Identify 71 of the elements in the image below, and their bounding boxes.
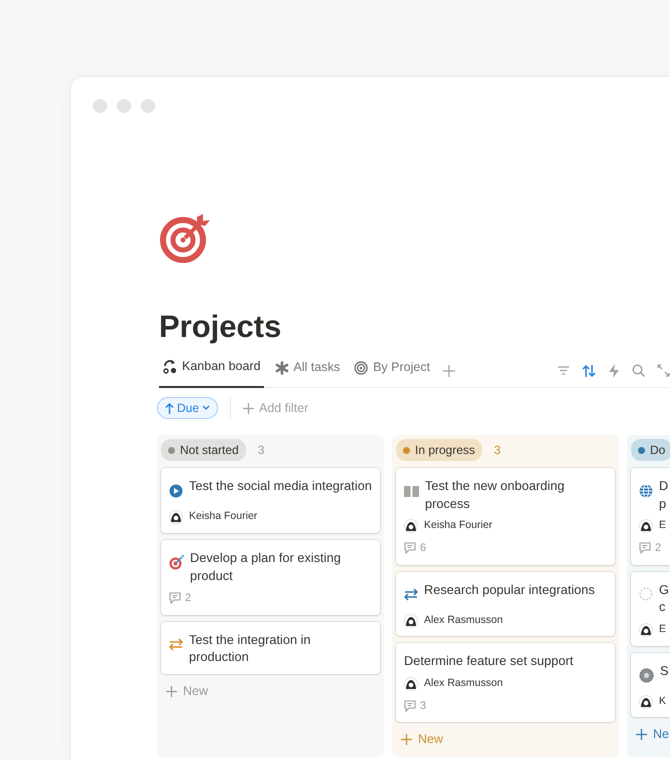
new-card-button[interactable]: Ne: [631, 725, 670, 744]
task-card[interactable]: Develop a plan for existing product 2: [161, 540, 380, 615]
asterisk-icon: [274, 360, 289, 375]
add-icon: [243, 402, 254, 414]
task-title: Develop a plan for existing product: [190, 548, 342, 584]
task-title: Research popular integrations: [424, 580, 595, 599]
swap-arrows-icon: [404, 588, 418, 601]
task-card[interactable]: Test the social media integration Keisha Fourier: [161, 468, 380, 533]
task-title: S: [660, 662, 669, 680]
comment-count: 2: [185, 591, 192, 606]
task-card[interactable]: Research popular integrations Alex Rasmusson: [396, 572, 615, 636]
comment-count: 6: [420, 541, 426, 556]
task-title: Determine feature set support: [404, 652, 574, 670]
page-title: Projects: [159, 310, 282, 344]
caret-icon: [202, 405, 210, 412]
comment-icon: [169, 592, 181, 604]
globe-icon: [639, 484, 653, 498]
column-count: 3: [258, 442, 264, 460]
dartboard-icon: [169, 555, 184, 570]
status-pill: Not started: [161, 439, 246, 462]
task-title: Test the new onboarding process: [425, 477, 566, 512]
task-title: G c: [659, 580, 669, 616]
task-card[interactable]: Test the integration in production: [161, 622, 380, 674]
target-icon: [159, 214, 213, 264]
swap-arrows-icon: [169, 638, 183, 651]
assignee-name: Alex Rasmusson: [424, 676, 503, 692]
expand-icon[interactable]: [657, 364, 670, 378]
task-card[interactable]: G c E: [631, 572, 670, 646]
assignee-name: K: [659, 694, 666, 709]
comment-icon: [404, 700, 416, 712]
add-icon[interactable]: [443, 364, 456, 377]
assignee-name: Keisha Fourier: [189, 509, 258, 524]
comment-icon: [404, 542, 416, 554]
sort-chip[interactable]: Due: [157, 397, 218, 420]
target-icon: [354, 360, 368, 375]
comment-count: 3: [420, 698, 426, 714]
view-tab[interactable]: By Project: [351, 354, 434, 388]
task-card[interactable]: S K: [631, 652, 670, 718]
assignee-name: Keisha Fourier: [424, 518, 492, 534]
book-icon: [404, 484, 419, 497]
window-control[interactable]: [141, 99, 155, 113]
gear-icon: [639, 668, 654, 683]
search-icon[interactable]: [632, 364, 645, 378]
status-pill: In progress: [396, 439, 482, 462]
comment-count: 2: [655, 541, 662, 556]
window-control[interactable]: [117, 99, 131, 113]
filter-icon[interactable]: [557, 364, 570, 378]
column-count: 3: [494, 442, 501, 460]
status-pill: Do: [631, 439, 670, 462]
assignee-name: E: [659, 622, 666, 637]
dotted-circle-icon: [639, 587, 653, 602]
view-tab[interactable]: All tasks: [272, 354, 344, 388]
add-icon: [636, 729, 647, 740]
task-card[interactable]: Test the new onboarding process Keisha Fourier 6: [396, 468, 615, 565]
add-icon: [401, 734, 412, 746]
task-title: Test the social media integration: [189, 477, 372, 496]
arrow-up-icon: [165, 402, 174, 414]
assignee-name: Alex Rasmusson: [424, 612, 503, 628]
sort-icon[interactable]: [582, 364, 596, 378]
play-icon: [169, 484, 183, 498]
task-card[interactable]: D p E 2: [631, 468, 670, 565]
task-title: D p: [659, 477, 668, 512]
add-icon: [166, 686, 177, 697]
window-control[interactable]: [93, 99, 107, 113]
task-title: Test the integration in production: [189, 630, 312, 666]
lightning-icon[interactable]: [608, 364, 620, 378]
view-tab[interactable]: Kanban board: [159, 354, 264, 388]
board-icon: [162, 359, 177, 374]
assignee-name: E: [659, 518, 666, 534]
comment-icon: [639, 542, 651, 554]
task-card[interactable]: Determine feature set support Alex Rasmusson 3: [396, 643, 615, 722]
